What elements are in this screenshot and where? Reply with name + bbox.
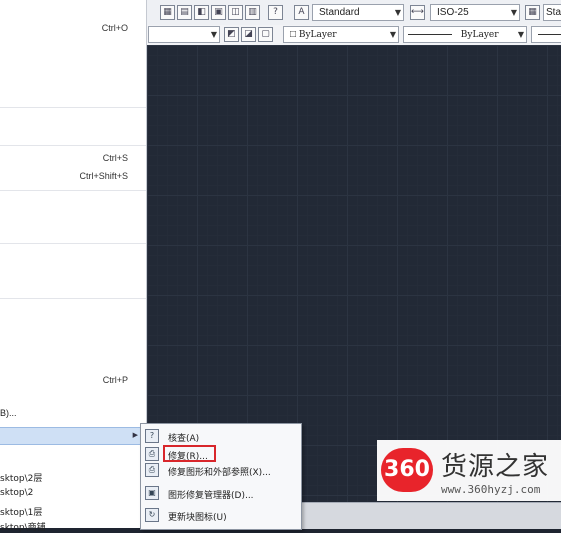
table-style-icon[interactable]: ▦ — [525, 5, 540, 20]
chevron-down-icon: ▼ — [389, 30, 396, 39]
submenu-label: 修复图形和外部参照(X)... — [168, 468, 271, 478]
chevron-down-icon: ▼ — [210, 30, 217, 39]
menu-separator — [0, 298, 146, 299]
submenu-item-recovery-manager[interactable]: ▣ 图形修复管理器(D)... — [141, 483, 301, 505]
chevron-down-icon: ▼ — [394, 8, 401, 17]
watermark-url: www.360hyzj.com — [441, 483, 541, 496]
recovery-manager-icon: ▣ — [145, 486, 159, 500]
help-icon[interactable]: ? — [268, 5, 283, 20]
drawing-utilities-submenu: ? 核查(A) ⎙ 修复(R)... ⎙ 修复图形和外部参照(X)... ▣ 图… — [140, 423, 302, 530]
chevron-down-icon: ▼ — [517, 30, 524, 39]
submenu-arrow-icon: ▶ — [132, 431, 138, 439]
toolbar-tool-icon[interactable]: ◧ — [194, 5, 209, 20]
update-block-icon: ↻ — [145, 508, 159, 522]
application-menu: Ctrl+O Ctrl+S Ctrl+Shift+S Ctrl+P B)... … — [0, 0, 147, 533]
save-as-shortcut: Ctrl+Shift+S — [79, 171, 128, 181]
lineweight-select[interactable] — [531, 26, 561, 43]
toolbar-tool-icon[interactable]: ▣ — [211, 5, 226, 20]
submenu-item-update-block-icon[interactable]: ↻ 更新块图标(U) — [141, 505, 301, 527]
menu-separator — [0, 107, 146, 108]
watermark-logo: 360 — [381, 448, 433, 492]
dim-style-value: ISO-25 — [437, 7, 469, 18]
text-style-value: Standard — [319, 7, 360, 18]
recover-icon: ⎙ — [145, 447, 159, 461]
watermark: 360 货源之家 www.360hyzj.com — [377, 440, 561, 501]
submenu-label: 核查(A) — [168, 434, 200, 444]
audit-icon: ? — [145, 429, 159, 443]
submenu-label: 图形修复管理器(D)... — [168, 491, 254, 501]
text-style-icon[interactable]: A — [294, 5, 309, 20]
recover-xref-icon: ⎙ — [145, 463, 159, 477]
layer-select[interactable]: ▼ — [148, 26, 220, 43]
table-style-value: Sta — [546, 7, 561, 18]
layer-tool-icon[interactable]: ◩ — [224, 27, 239, 42]
toolbar-tool-icon[interactable]: ▦ — [160, 5, 175, 20]
toolbar-tool-icon[interactable]: ▤ — [177, 5, 192, 20]
recent-file[interactable]: sktop\2 — [0, 488, 33, 498]
recent-file[interactable]: sktop\2层 — [0, 471, 42, 484]
layer-tool-icon[interactable]: ◪ — [241, 27, 256, 42]
color-select[interactable]: □ ByLayer ▼ — [283, 26, 399, 43]
submenu-item-recover-xref[interactable]: ⎙ 修复图形和外部参照(X)... — [141, 460, 301, 482]
save-shortcut: Ctrl+S — [102, 153, 128, 163]
color-value: ByLayer — [298, 30, 337, 40]
layer-tool-icon[interactable]: ▢ — [258, 27, 273, 42]
dim-style-select[interactable]: ISO-25 ▼ — [430, 4, 520, 21]
watermark-name: 货源之家 — [441, 452, 550, 482]
lineweight-line — [538, 33, 561, 35]
menu-separator — [0, 190, 146, 191]
dim-style-icon[interactable]: ⟷ — [410, 5, 425, 20]
recent-file[interactable]: sktop\1层 — [0, 505, 42, 518]
menu-item-drawing-utilities[interactable]: ▶ — [0, 427, 146, 445]
menu-separator — [0, 145, 146, 146]
open-shortcut: Ctrl+O — [101, 23, 128, 33]
toolbar-tool-icon[interactable]: ◫ — [228, 5, 243, 20]
text-style-select[interactable]: Standard ▼ — [312, 4, 404, 21]
linetype-value: ByLayer — [460, 30, 499, 40]
print-shortcut: Ctrl+P — [102, 375, 128, 385]
color-swatch-icon: □ — [290, 29, 297, 40]
menu-separator — [0, 243, 146, 244]
chevron-down-icon: ▼ — [510, 8, 517, 17]
linetype-select[interactable]: ByLayer ▼ — [403, 26, 527, 43]
submenu-label: 更新块图标(U) — [168, 513, 227, 523]
recent-file[interactable]: sktop\商铺 — [0, 520, 46, 533]
status-bar — [300, 502, 561, 529]
toolbar-tool-icon[interactable]: ▥ — [245, 5, 260, 20]
menu-item-truncated[interactable]: B)... — [0, 408, 17, 418]
table-style-select[interactable]: Sta — [543, 4, 561, 21]
linetype-line — [408, 33, 452, 35]
